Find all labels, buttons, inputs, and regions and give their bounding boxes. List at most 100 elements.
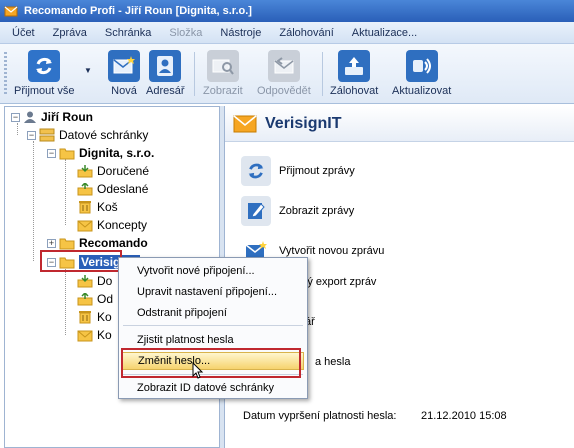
tree-dignita-label: Dignita, s.r.o. <box>79 146 155 160</box>
expiry-value: 21.12.2010 15:08 <box>421 410 507 422</box>
receive-all-label: Přijmout vše <box>14 85 75 97</box>
update-label: Aktualizovat <box>392 85 452 97</box>
menu-item-check-password[interactable]: Zjistit platnost hesla <box>119 331 307 349</box>
tree-folder-label: Od <box>97 292 114 306</box>
reply-icon <box>267 50 300 82</box>
action-password[interactable]: a hesla <box>315 356 350 368</box>
tree-user-label: Jiří Roun <box>41 110 94 124</box>
annotation-highlight-box <box>121 348 301 378</box>
tree-recomando-label: Recomando <box>79 236 148 250</box>
tree-node-recomando[interactable]: + Recomando <box>47 235 148 251</box>
toolbar-grip[interactable] <box>4 52 7 96</box>
app-envelope-icon <box>4 6 18 17</box>
reply-button[interactable]: Odpovědět <box>257 50 311 97</box>
menu-folder[interactable]: Složka <box>169 27 202 39</box>
menu-item-delete-connection[interactable]: Odstranit připojení <box>119 304 307 322</box>
tree-folder-label: Ko <box>97 310 112 324</box>
menu-updates[interactable]: Aktualizace... <box>352 27 417 39</box>
panel-header: VerisignIT <box>225 106 574 142</box>
drafts-icon <box>77 220 93 231</box>
receive-dropdown-arrow-icon[interactable]: ▼ <box>84 66 92 75</box>
tree-folder-label: Doručené <box>97 164 150 178</box>
menu-item-show-mailbox-id[interactable]: Zobrazit ID datové schránky <box>119 379 307 397</box>
collapse-icon[interactable]: − <box>47 148 56 158</box>
menu-separator <box>123 325 303 326</box>
tree-node-mailboxes[interactable]: − Datové schránky <box>27 127 148 143</box>
mailbox-envelope-icon <box>233 114 257 132</box>
tree-folder-label: Koš <box>97 200 118 214</box>
folder-icon <box>59 238 75 249</box>
show-label: Zobrazit <box>203 85 243 97</box>
refresh-icon <box>241 156 271 186</box>
collapse-icon[interactable]: − <box>11 112 20 122</box>
backup-button[interactable]: Zálohovat <box>330 50 378 97</box>
address-book-button[interactable]: Adresář <box>146 50 185 97</box>
user-icon <box>24 111 36 123</box>
action-label: a hesla <box>315 356 351 368</box>
menu-item-edit-connection[interactable]: Upravit nastavení připojení... <box>119 283 307 301</box>
tree-folder-drafts[interactable]: Ko <box>77 327 112 343</box>
mailboxes-icon <box>39 128 55 142</box>
tree-node-user[interactable]: − Jiří Roun <box>11 109 93 125</box>
update-button[interactable]: Aktualizovat <box>392 50 451 97</box>
tree-connector <box>33 141 34 261</box>
tree-mailboxes-label: Datové schránky <box>59 128 149 142</box>
inbox-icon <box>77 164 93 177</box>
new-message-button[interactable]: Nová <box>108 50 140 97</box>
menu-bar: Účet Zpráva Schránka Složka Nástroje Zál… <box>0 22 574 44</box>
action-label: Vytvořit novou zprávu <box>279 245 385 257</box>
tree-folder-label: Ko <box>97 328 112 342</box>
new-mail-icon <box>108 50 140 82</box>
toolbar-separator <box>194 52 195 96</box>
mouse-cursor-icon <box>192 362 204 379</box>
refresh-icon <box>28 50 61 82</box>
expand-icon[interactable]: + <box>47 238 56 248</box>
backup-label: Zálohovat <box>330 85 379 97</box>
receive-all-button[interactable]: Přijmout vše <box>14 50 75 97</box>
title-bar: Recomando Profi - Jiří Roun [Dignita, s.… <box>0 0 574 22</box>
tree-folder-sent[interactable]: Odeslané <box>77 181 148 197</box>
reply-label: Odpovědět <box>257 85 311 97</box>
show-button[interactable]: Zobrazit <box>203 50 243 97</box>
tree-folder-inbox[interactable]: Do <box>77 273 112 289</box>
panel-title: VerisignIT <box>265 114 342 132</box>
tree-connector <box>65 269 66 335</box>
trash-icon <box>79 311 91 324</box>
toolbar: Přijmout vše ▼ Nová Adresář Zobrazit Odp… <box>0 44 574 104</box>
update-icon <box>405 50 438 82</box>
folder-icon <box>59 148 75 159</box>
inbox-icon <box>77 274 93 287</box>
drafts-icon <box>77 330 93 341</box>
view-messages-icon <box>241 196 271 226</box>
menu-tools[interactable]: Nástroje <box>220 27 261 39</box>
new-message-label: Nová <box>111 85 137 97</box>
menu-backup[interactable]: Zálohování <box>279 27 333 39</box>
menu-message[interactable]: Zpráva <box>53 27 87 39</box>
tree-folder-trash[interactable]: Koš <box>77 199 118 215</box>
password-expiry: Datum vypršení platnosti hesla: 21.12.20… <box>243 410 507 422</box>
backup-icon <box>338 50 371 82</box>
tree-folder-label: Koncepty <box>97 218 148 232</box>
annotation-highlight-box <box>40 250 122 272</box>
action-receive-messages[interactable]: Přijmout zprávy <box>241 156 355 186</box>
tree-folder-trash[interactable]: Ko <box>77 309 112 325</box>
tree-folder-drafts[interactable]: Koncepty <box>77 217 147 233</box>
tree-connector <box>65 159 66 225</box>
sent-icon <box>77 182 93 195</box>
address-book-label: Adresář <box>146 85 185 97</box>
menu-account[interactable]: Účet <box>12 27 35 39</box>
menu-mailbox[interactable]: Schránka <box>105 27 151 39</box>
tree-folder-label: Do <box>97 274 113 288</box>
action-label: Přijmout zprávy <box>279 165 355 177</box>
menu-item-create-connection[interactable]: Vytvořit nové připojení... <box>119 262 307 280</box>
sent-icon <box>77 292 93 305</box>
collapse-icon[interactable]: − <box>27 130 36 140</box>
trash-icon <box>79 201 91 214</box>
tree-node-dignita[interactable]: − Dignita, s.r.o. <box>47 145 154 161</box>
toolbar-separator <box>322 52 323 96</box>
view-message-icon <box>206 50 239 82</box>
action-show-messages[interactable]: Zobrazit zprávy <box>241 196 354 226</box>
tree-folder-inbox[interactable]: Doručené <box>77 163 149 179</box>
window-title: Recomando Profi - Jiří Roun [Dignita, s.… <box>24 5 252 17</box>
tree-folder-sent[interactable]: Od <box>77 291 113 307</box>
